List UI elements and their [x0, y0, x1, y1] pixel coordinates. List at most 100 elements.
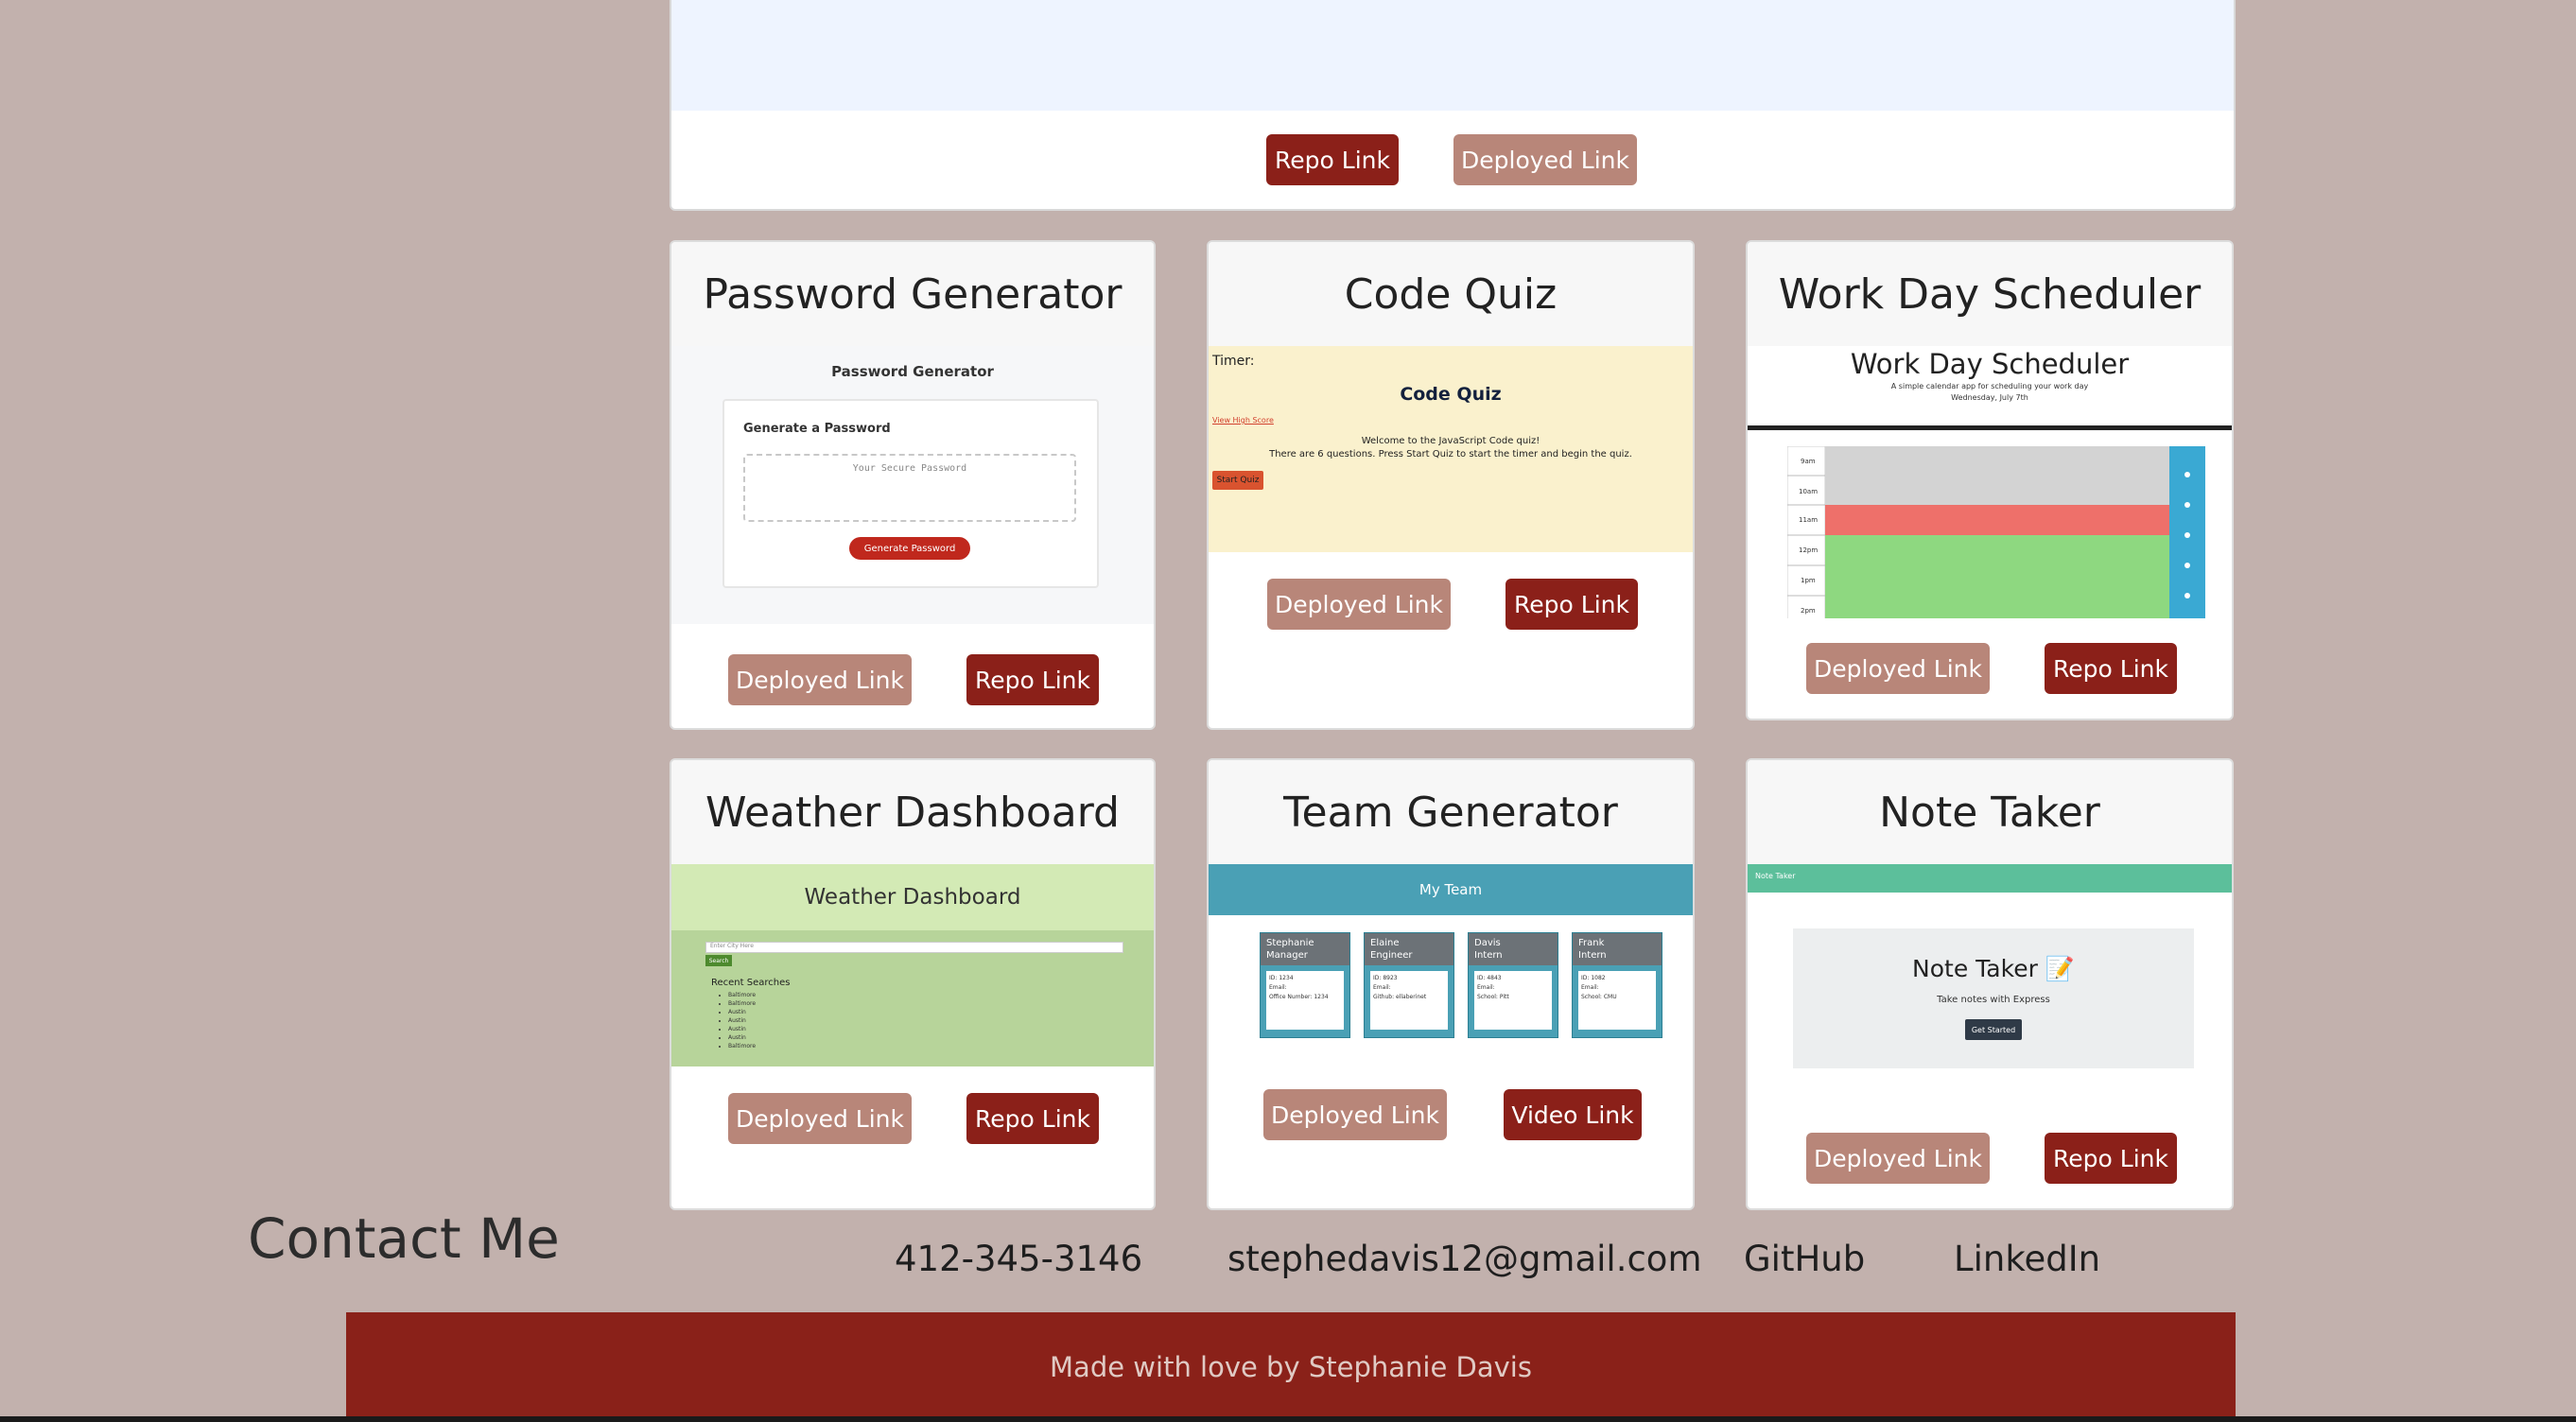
member-name: Stephanie [1266, 938, 1314, 948]
hour-label: 1pm [1801, 577, 1816, 584]
project-card-work-day-scheduler: Work Day Scheduler Work Day Scheduler A … [1746, 240, 2234, 720]
repo-link-button[interactable]: Repo Link [2045, 643, 2177, 694]
thumb-title: Password Generator [831, 363, 994, 380]
project-title: Code Quiz [1209, 242, 1693, 348]
project-card-team-generator: Team Generator My Team Stephanie Manager … [1207, 758, 1695, 1210]
member-name: Davis [1474, 938, 1501, 948]
project-title: Password Generator [671, 242, 1154, 348]
thumb-title: Code Quiz [1400, 384, 1502, 405]
thumb-time-grid: 9am 10am 11am 12pm 1pm 2pm [1787, 446, 2205, 618]
member-header: Davis Intern [1469, 933, 1558, 965]
top-deployed-link-button[interactable]: Deployed Link [1453, 134, 1637, 185]
project-card-code-quiz: Code Quiz Timer: Code Quiz View High Sco… [1207, 240, 1695, 730]
member-body: ID: 4843 Email: School: Pitt [1474, 971, 1552, 1030]
deployed-link-button[interactable]: Deployed Link [1806, 1133, 1990, 1184]
deployed-link-button[interactable]: Deployed Link [1806, 643, 1990, 694]
thumb-navbar: Note Taker [1748, 864, 2232, 893]
deployed-link-button[interactable]: Deployed Link [728, 654, 912, 705]
project-card-password-generator: Password Generator Password Generator Ge… [670, 240, 1156, 730]
member-name: Elaine [1370, 938, 1400, 948]
repo-link-button[interactable]: Repo Link [966, 1093, 1099, 1144]
thumb-start-button: Start Quiz [1212, 471, 1263, 490]
window-bottom-edge [0, 1416, 2576, 1422]
contact-email-link[interactable]: stephedavis12@gmail.com [1227, 1239, 1702, 1279]
list-item: Austin [728, 1008, 756, 1016]
project-screenshot: Password Generator Generate a Password Y… [671, 346, 1154, 624]
list-item: Austin [728, 1025, 756, 1033]
footer: Made with love by Stephanie Davis [346, 1312, 2236, 1422]
member-extra: School: Pitt [1477, 994, 1509, 1000]
repo-link-button[interactable]: Repo Link [966, 654, 1099, 705]
member-email: Email: [1269, 984, 1287, 991]
thumb-recent-heading: Recent Searches [711, 978, 791, 988]
member-email: Email: [1581, 984, 1599, 991]
thumb-title: Work Day Scheduler [1850, 348, 2130, 380]
thumb-recent-list: Baltimore Baltimore Austin Austin Austin… [717, 991, 756, 1050]
deployed-link-button[interactable]: Deployed Link [1267, 579, 1451, 630]
member-id: ID: 8923 [1373, 975, 1398, 981]
member-name: Frank [1578, 938, 1605, 948]
thumb-generate-button: Generate Password [849, 537, 970, 560]
project-title: Weather Dashboard [671, 760, 1154, 866]
project-card-weather-dashboard: Weather Dashboard Weather Dashboard Ente… [670, 758, 1156, 1210]
thumb-member-card: Stephanie Manager ID: 1234 Email: Office Nu… [1260, 932, 1350, 1038]
repo-link-button[interactable]: Repo Link [2045, 1133, 2177, 1184]
contact-phone-link[interactable]: 412-345-3146 [895, 1239, 1142, 1279]
member-extra: Github: ellaberinet [1373, 994, 1427, 1000]
project-screenshot: Note Taker Note Taker 📝 Take notes with … [1748, 864, 2232, 1087]
thumb-welcome-line: Welcome to the JavaScript Code quiz! [1361, 436, 1540, 446]
thumb-title: Note Taker 📝 [1912, 955, 2075, 982]
list-item: Baltimore [728, 991, 756, 999]
member-role: Intern [1578, 950, 1607, 961]
thumb-member-card: Frank Intern ID: 1082 Email: School: CMU [1572, 932, 1662, 1038]
deployed-link-button[interactable]: Deployed Link [1263, 1089, 1447, 1140]
thumb-subtitle: Take notes with Express [1937, 995, 2050, 1005]
member-email: Email: [1477, 984, 1495, 991]
member-body: ID: 1082 Email: School: CMU [1578, 971, 1656, 1030]
footer-text: Made with love by Stephanie Davis [1050, 1351, 1532, 1383]
member-body: ID: 1234 Email: Office Number: 1234 [1266, 971, 1344, 1030]
member-role: Intern [1474, 950, 1503, 961]
list-item: Baltimore [728, 999, 756, 1008]
repo-link-button[interactable]: Repo Link [1506, 579, 1638, 630]
list-item: Austin [728, 1033, 756, 1042]
thumb-textarea: Your Secure Password [743, 454, 1076, 522]
project-card-note-taker: Note Taker Note Taker Note Taker 📝 Take … [1746, 758, 2234, 1210]
thumb-title: Weather Dashboard [671, 864, 1154, 930]
project-title: Team Generator [1209, 760, 1693, 866]
hour-label: 2pm [1801, 607, 1816, 615]
thumb-highscore-link: View High Score [1212, 416, 1274, 425]
contact-linkedin-link[interactable]: LinkedIn [1954, 1239, 2100, 1279]
thumb-city-input: Enter City Here [705, 942, 1123, 953]
video-link-button[interactable]: Video Link [1504, 1089, 1642, 1140]
contact-github-link[interactable]: GitHub [1744, 1239, 1865, 1279]
thumb-heading: Generate a Password [743, 422, 891, 436]
project-card-top [670, 0, 2236, 211]
project-title: Work Day Scheduler [1748, 242, 2232, 348]
contact-heading: Contact Me [248, 1206, 560, 1271]
project-screenshot: Timer: Code Quiz View High Score Welcome… [1209, 346, 1693, 552]
thumb-member-card: Elaine Engineer ID: 8923 Email: Github: ell… [1364, 932, 1454, 1038]
thumb-panel: Generate a Password Your Secure Password… [722, 399, 1099, 588]
member-header: Stephanie Manager [1261, 933, 1349, 965]
thumb-date: Wednesday, July 7th [1951, 393, 2028, 402]
hour-label: 12pm [1799, 546, 1818, 554]
thumb-jumbotron: Note Taker 📝 Take notes with Express Get… [1793, 928, 2194, 1068]
top-repo-link-button[interactable]: Repo Link [1266, 134, 1399, 185]
member-id: ID: 1082 [1581, 975, 1606, 981]
member-extra: Office Number: 1234 [1269, 994, 1329, 1000]
deployed-link-button[interactable]: Deployed Link [728, 1093, 912, 1144]
thumb-search-button: Search [705, 955, 732, 966]
member-id: ID: 4843 [1477, 975, 1502, 981]
member-body: ID: 8923 Email: Github: ellaberinet [1370, 971, 1448, 1030]
thumb-welcome: Welcome to the JavaScript Code quiz! The… [1209, 435, 1693, 461]
hour-label: 11am [1799, 516, 1818, 524]
member-role: Manager [1266, 950, 1308, 961]
thumb-get-started-button: Get Started [1965, 1019, 2022, 1040]
thumb-divider [1748, 425, 2232, 430]
thumb-subtitle: A simple calendar app for scheduling you… [1890, 382, 2089, 390]
list-item: Baltimore [728, 1042, 756, 1050]
member-email: Email: [1373, 984, 1391, 991]
project-screenshot: My Team Stephanie Manager ID: 1234 Email: O… [1209, 864, 1693, 1066]
thumb-welcome-line: There are 6 questions. Press Start Quiz … [1269, 449, 1632, 460]
